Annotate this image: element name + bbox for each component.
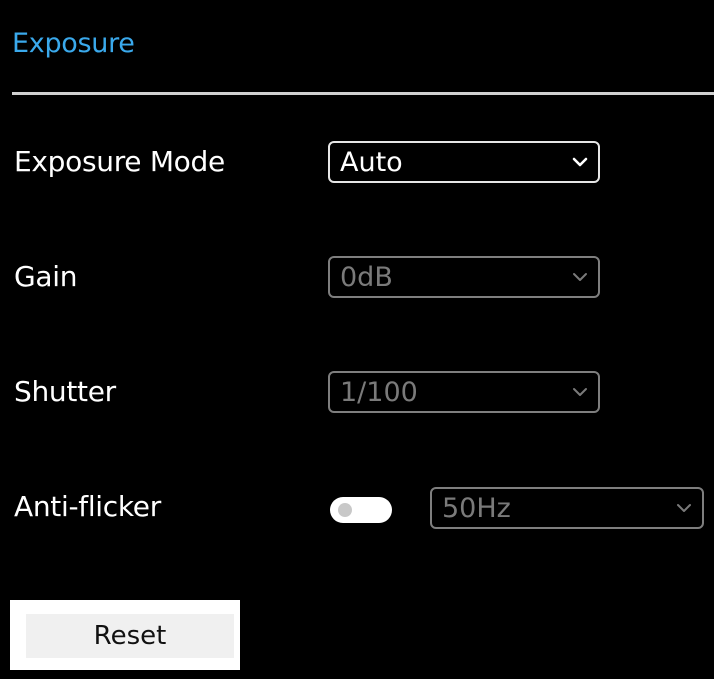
chevron-down-icon [573,273,587,281]
anti-flicker-frequency-value: 50Hz [442,492,511,524]
chevron-down-icon [573,388,587,396]
reset-button-container: Reset [10,600,240,670]
exposure-mode-select[interactable]: Auto [328,141,600,183]
exposure-panel: Exposure Exposure Mode Auto Gain 0dB Shu… [0,0,714,679]
anti-flicker-frequency-select[interactable]: 50Hz [430,487,704,529]
shutter-label: Shutter [14,375,116,408]
anti-flicker-label: Anti-flicker [14,490,161,523]
exposure-mode-label: Exposure Mode [14,145,225,178]
gain-value: 0dB [340,261,393,293]
title-divider [12,92,714,95]
gain-select[interactable]: 0dB [328,256,600,298]
reset-button[interactable]: Reset [26,614,234,658]
panel-title: Exposure [12,28,135,59]
shutter-value: 1/100 [340,376,418,408]
chevron-down-icon [677,504,691,512]
exposure-mode-value: Auto [340,146,403,178]
chevron-down-icon [572,157,588,167]
gain-label: Gain [14,260,78,293]
toggle-knob [338,503,352,517]
shutter-select[interactable]: 1/100 [328,371,600,413]
anti-flicker-toggle[interactable] [330,497,392,523]
